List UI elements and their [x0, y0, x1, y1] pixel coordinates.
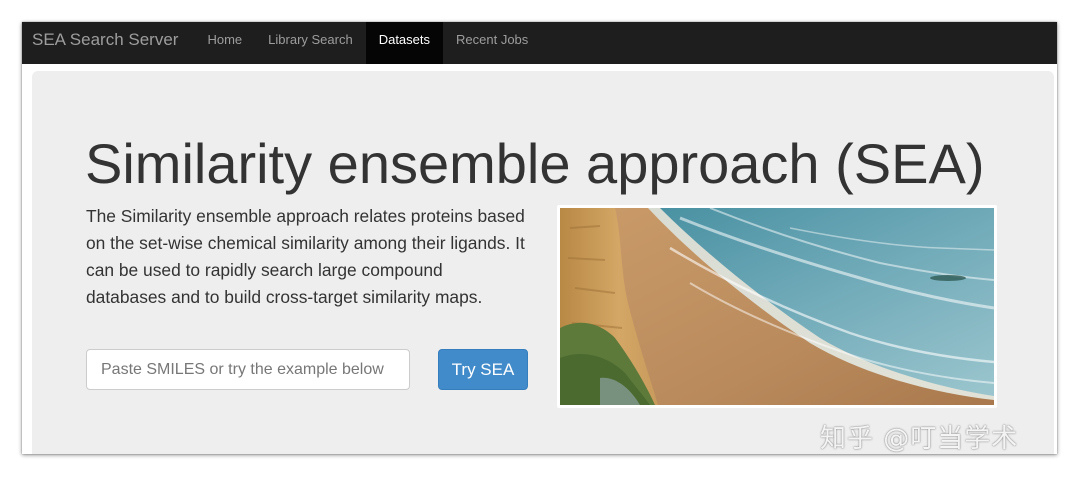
watermark-text: 知乎 @叮当学术 — [820, 424, 1019, 454]
try-sea-button[interactable]: Try SEA — [438, 349, 528, 390]
smiles-search-input[interactable] — [86, 349, 410, 390]
nav-item-datasets[interactable]: Datasets — [365, 22, 444, 64]
beach-photo-illustration — [560, 208, 994, 405]
coastal-cliff-image — [557, 205, 997, 408]
navbar-brand[interactable]: SEA Search Server — [22, 22, 192, 64]
page-title: Similarity ensemble approach (SEA) — [85, 132, 985, 195]
nav-item-recent-jobs[interactable]: Recent Jobs — [443, 22, 541, 64]
nav-item-library-search[interactable]: Library Search — [255, 22, 366, 64]
browser-window: SEA Search Server Home Library Search Da… — [22, 22, 1057, 454]
nav-item-home[interactable]: Home — [194, 22, 255, 64]
top-navbar: SEA Search Server Home Library Search Da… — [22, 22, 1057, 64]
hero-description: The Similarity ensemble approach relates… — [86, 206, 525, 307]
hero-jumbotron: Similarity ensemble approach (SEA) The S… — [32, 71, 1054, 454]
